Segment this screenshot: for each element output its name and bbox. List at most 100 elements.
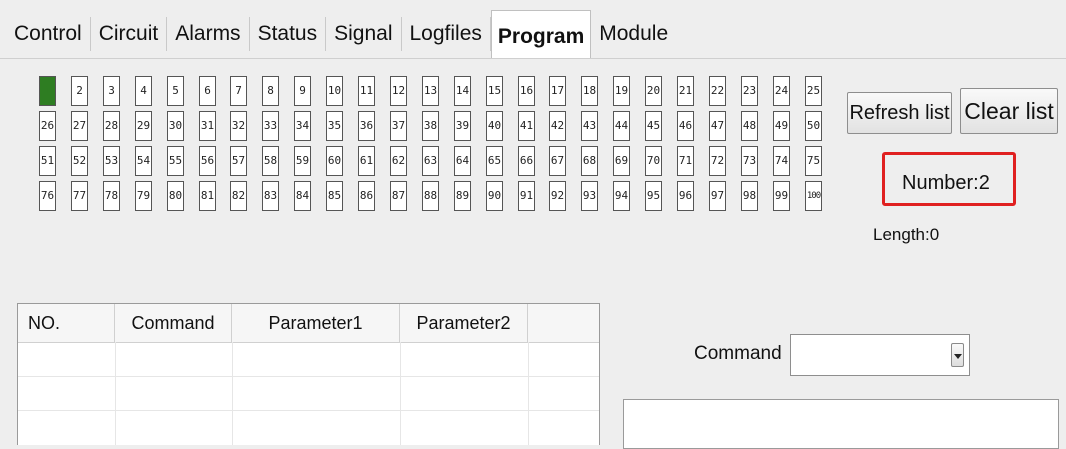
program-slot-28[interactable]: 28 (103, 111, 120, 141)
program-slot-61[interactable]: 61 (358, 146, 375, 176)
command-select[interactable] (790, 334, 970, 376)
program-slot-37[interactable]: 37 (390, 111, 407, 141)
program-slot-32[interactable]: 32 (230, 111, 247, 141)
program-slot-67[interactable]: 67 (549, 146, 566, 176)
program-slot-62[interactable]: 62 (390, 146, 407, 176)
column-header-command[interactable]: Command (115, 304, 232, 342)
program-slot-8[interactable]: 8 (262, 76, 279, 106)
program-slot-86[interactable]: 86 (358, 181, 375, 211)
program-slot-24[interactable]: 24 (773, 76, 790, 106)
program-slot-16[interactable]: 16 (518, 76, 535, 106)
program-slot-72[interactable]: 72 (709, 146, 726, 176)
program-slot-50[interactable]: 50 (805, 111, 822, 141)
program-slot-39[interactable]: 39 (454, 111, 471, 141)
program-slot-17[interactable]: 17 (549, 76, 566, 106)
program-slot-15[interactable]: 15 (486, 76, 503, 106)
program-slot-92[interactable]: 92 (549, 181, 566, 211)
program-slot-74[interactable]: 74 (773, 146, 790, 176)
program-slot-11[interactable]: 11 (358, 76, 375, 106)
program-slot-90[interactable]: 90 (486, 181, 503, 211)
program-slot-84[interactable]: 84 (294, 181, 311, 211)
program-slot-29[interactable]: 29 (135, 111, 152, 141)
program-slot-20[interactable]: 20 (645, 76, 662, 106)
program-slot-54[interactable]: 54 (135, 146, 152, 176)
program-slot-25[interactable]: 25 (805, 76, 822, 106)
program-slot-77[interactable]: 77 (71, 181, 88, 211)
program-slot-85[interactable]: 85 (326, 181, 343, 211)
program-slot-60[interactable]: 60 (326, 146, 343, 176)
program-slot-38[interactable]: 38 (422, 111, 439, 141)
program-slot-51[interactable]: 51 (39, 146, 56, 176)
program-slot-80[interactable]: 80 (167, 181, 184, 211)
program-slot-6[interactable]: 6 (199, 76, 216, 106)
program-slot-66[interactable]: 66 (518, 146, 535, 176)
command-detail-area[interactable] (623, 399, 1059, 449)
program-slot-23[interactable]: 23 (741, 76, 758, 106)
program-slot-1[interactable]: 1 (39, 76, 56, 106)
program-slot-22[interactable]: 22 (709, 76, 726, 106)
program-slot-93[interactable]: 93 (581, 181, 598, 211)
program-slot-12[interactable]: 12 (390, 76, 407, 106)
program-slot-82[interactable]: 82 (230, 181, 247, 211)
program-slot-79[interactable]: 79 (135, 181, 152, 211)
program-slot-34[interactable]: 34 (294, 111, 311, 141)
program-slot-13[interactable]: 13 (422, 76, 439, 106)
program-slot-95[interactable]: 95 (645, 181, 662, 211)
program-slot-44[interactable]: 44 (613, 111, 630, 141)
program-slot-96[interactable]: 96 (677, 181, 694, 211)
program-slot-100[interactable]: 100 (805, 181, 822, 211)
program-slot-71[interactable]: 71 (677, 146, 694, 176)
program-slot-73[interactable]: 73 (741, 146, 758, 176)
column-header-parameter2[interactable]: Parameter2 (400, 304, 528, 342)
program-slot-33[interactable]: 33 (262, 111, 279, 141)
column-header-no[interactable]: NO. (18, 304, 115, 342)
program-slot-88[interactable]: 88 (422, 181, 439, 211)
program-slot-57[interactable]: 57 (230, 146, 247, 176)
program-slot-45[interactable]: 45 (645, 111, 662, 141)
program-slot-63[interactable]: 63 (422, 146, 439, 176)
program-slot-7[interactable]: 7 (230, 76, 247, 106)
tab-control[interactable]: Control (6, 17, 91, 51)
program-slot-87[interactable]: 87 (390, 181, 407, 211)
refresh-list-button[interactable]: Refresh list (847, 92, 952, 134)
program-slot-69[interactable]: 69 (613, 146, 630, 176)
column-header-parameter1[interactable]: Parameter1 (232, 304, 400, 342)
program-slot-49[interactable]: 49 (773, 111, 790, 141)
tab-program[interactable]: Program (490, 10, 592, 59)
program-slot-75[interactable]: 75 (805, 146, 822, 176)
program-slot-99[interactable]: 99 (773, 181, 790, 211)
program-slot-46[interactable]: 46 (677, 111, 694, 141)
program-slot-19[interactable]: 19 (613, 76, 630, 106)
program-slot-81[interactable]: 81 (199, 181, 216, 211)
program-slot-5[interactable]: 5 (167, 76, 184, 106)
clear-list-button[interactable]: Clear list (960, 88, 1058, 134)
tab-status[interactable]: Status (250, 17, 327, 51)
program-slot-64[interactable]: 64 (454, 146, 471, 176)
tab-logfiles[interactable]: Logfiles (402, 17, 491, 51)
tab-alarms[interactable]: Alarms (167, 17, 250, 51)
program-slot-76[interactable]: 76 (39, 181, 56, 211)
program-slot-30[interactable]: 30 (167, 111, 184, 141)
program-slot-4[interactable]: 4 (135, 76, 152, 106)
tab-module[interactable]: Module (591, 17, 676, 51)
program-slot-56[interactable]: 56 (199, 146, 216, 176)
program-slot-3[interactable]: 3 (103, 76, 120, 106)
program-slot-58[interactable]: 58 (262, 146, 279, 176)
program-slot-94[interactable]: 94 (613, 181, 630, 211)
program-slot-2[interactable]: 2 (71, 76, 88, 106)
program-slot-35[interactable]: 35 (326, 111, 343, 141)
program-slot-68[interactable]: 68 (581, 146, 598, 176)
program-slot-55[interactable]: 55 (167, 146, 184, 176)
program-slot-18[interactable]: 18 (581, 76, 598, 106)
tab-circuit[interactable]: Circuit (91, 17, 168, 51)
program-slot-31[interactable]: 31 (199, 111, 216, 141)
program-slot-41[interactable]: 41 (518, 111, 535, 141)
program-slot-98[interactable]: 98 (741, 181, 758, 211)
chevron-down-icon[interactable] (951, 343, 964, 367)
program-slot-70[interactable]: 70 (645, 146, 662, 176)
program-slot-36[interactable]: 36 (358, 111, 375, 141)
program-slot-78[interactable]: 78 (103, 181, 120, 211)
program-slot-83[interactable]: 83 (262, 181, 279, 211)
program-slot-59[interactable]: 59 (294, 146, 311, 176)
tab-signal[interactable]: Signal (326, 17, 402, 51)
